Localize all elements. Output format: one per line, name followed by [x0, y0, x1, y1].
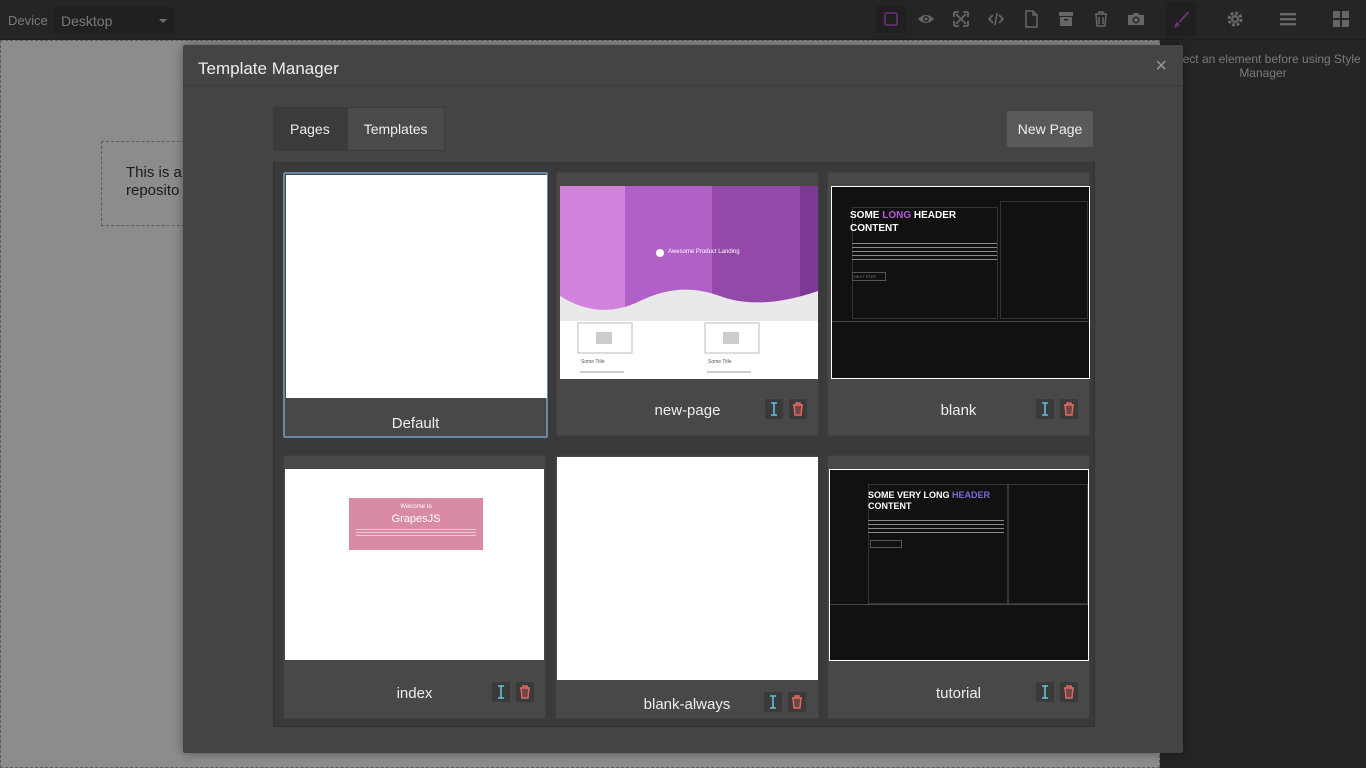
page-actions [492, 682, 534, 702]
blank-next-button: NEXT STEP [852, 272, 886, 281]
landing-caption: Some Title [581, 359, 605, 365]
page-card-default[interactable]: Default [283, 172, 548, 438]
page-card-index[interactable]: Welcome to GrapesJS index [283, 455, 546, 719]
delete-button[interactable] [788, 692, 806, 712]
page-card-blank[interactable]: SOME LONG HEADER CONTENT NEXT STEP blank [827, 172, 1090, 436]
tabs: Pages Templates [273, 107, 445, 151]
landing-caption: Some Title [708, 359, 732, 365]
page-thumbnail: SOME LONG HEADER CONTENT NEXT STEP [831, 186, 1090, 379]
delete-button[interactable] [516, 682, 534, 702]
page-actions [1036, 682, 1078, 702]
new-page-button[interactable]: New Page [1007, 111, 1093, 147]
text-cursor-icon [771, 402, 777, 416]
welcome-banner: Welcome to GrapesJS [349, 498, 483, 550]
blank-heading: SOME LONG HEADER CONTENT [850, 210, 957, 234]
page-thumbnail: SOME VERY LONG HEADER CONTENT [829, 469, 1089, 661]
page-name: Default [391, 415, 440, 432]
trash-icon [520, 685, 530, 699]
tab-pages[interactable]: Pages [273, 107, 347, 151]
pages-grid: Default Awesome Product Landing Some Tit… [273, 162, 1095, 727]
text-cursor-icon [1042, 685, 1048, 699]
rename-button[interactable] [765, 399, 783, 419]
modal-title: Template Manager [198, 59, 339, 78]
delete-button[interactable] [1060, 682, 1078, 702]
delete-button[interactable] [789, 399, 807, 419]
trash-icon [1064, 402, 1074, 416]
landing-preview-image [560, 186, 818, 373]
rename-button[interactable] [492, 682, 510, 702]
page-thumbnail: Welcome to GrapesJS [285, 469, 544, 660]
tutorial-heading: SOME VERY LONG HEADER CONTENT [868, 490, 991, 511]
page-actions [764, 692, 806, 712]
page-thumbnail [557, 457, 818, 680]
trash-icon [792, 695, 802, 709]
text-cursor-icon [498, 685, 504, 699]
rename-button[interactable] [1036, 682, 1054, 702]
rename-button[interactable] [1036, 399, 1054, 419]
page-card-tutorial[interactable]: SOME VERY LONG HEADER CONTENT tutorial [827, 455, 1090, 719]
page-actions [765, 399, 807, 419]
page-card-blank-always[interactable]: blank-always [555, 455, 819, 719]
page-actions [1036, 399, 1078, 419]
trash-icon [1064, 685, 1074, 699]
modal-header: Template Manager × [183, 45, 1183, 86]
tab-templates[interactable]: Templates [346, 107, 445, 151]
text-cursor-icon [770, 695, 776, 709]
page-thumbnail: Awesome Product Landing Some Title Some … [560, 186, 818, 379]
rename-button[interactable] [764, 692, 782, 712]
delete-button[interactable] [1060, 399, 1078, 419]
close-icon[interactable]: × [1155, 55, 1167, 78]
page-thumbnail [286, 175, 547, 398]
page-card-new-page[interactable]: Awesome Product Landing Some Title Some … [556, 172, 819, 436]
text-cursor-icon [1042, 402, 1048, 416]
landing-title: Awesome Product Landing [668, 249, 740, 255]
template-manager-modal: Template Manager × Pages Templates New P… [183, 45, 1183, 753]
trash-icon [793, 402, 803, 416]
